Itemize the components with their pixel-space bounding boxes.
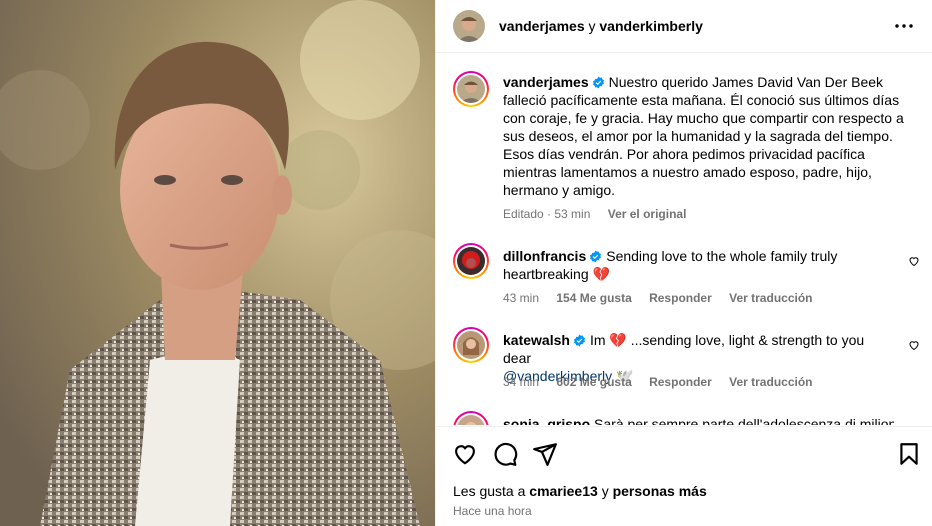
avatar[interactable]: [453, 10, 485, 42]
comment-icon[interactable]: [492, 441, 518, 467]
likes-others[interactable]: personas más: [613, 483, 707, 499]
comment-meta: 34 min 602 Me gusta Responder Ver traduc…: [503, 375, 827, 389]
collaborator-username[interactable]: vanderkimberly: [599, 18, 703, 34]
comment-username[interactable]: katewalsh: [503, 332, 570, 348]
verified-badge-icon: [592, 76, 604, 89]
comment-item: katewalsh Im 💔 ...sending love, light & s…: [453, 327, 920, 389]
comment-likes[interactable]: 154 Me gusta: [556, 291, 631, 305]
avatar[interactable]: [453, 71, 489, 107]
comment-text: dillonfrancis Sending love to the whole f…: [503, 247, 894, 283]
caption-text: vanderjames Nuestro querido James David V…: [503, 73, 920, 199]
comment-body: Sarà per sempre parte dell'adolescenza d…: [594, 416, 894, 425]
likes-prefix: Les gusta a: [453, 483, 526, 499]
likes-user[interactable]: cmariee13: [529, 483, 598, 499]
bookmark-icon[interactable]: [896, 441, 922, 467]
share-icon[interactable]: [532, 441, 558, 467]
translate-link[interactable]: Ver traducción: [729, 375, 812, 389]
post-actions: Les gusta a cmariee13 y personas más Hac…: [436, 426, 932, 526]
avatar[interactable]: [453, 327, 489, 363]
caption-username[interactable]: vanderjames: [503, 74, 589, 90]
reply-button[interactable]: Responder: [649, 375, 712, 389]
comment-time: 34 min: [503, 375, 540, 389]
more-options-icon[interactable]: [892, 14, 916, 38]
comment-item: dillonfrancis Sending love to the whole f…: [453, 243, 920, 305]
likes-summary: Les gusta a cmariee13 y personas más: [453, 483, 707, 499]
comment-time: 43 min: [503, 291, 540, 305]
comment-like-icon[interactable]: [908, 255, 920, 267]
avatar[interactable]: [453, 243, 489, 279]
translate-link[interactable]: Ver traducción: [729, 291, 812, 305]
verified-badge-icon: [590, 250, 602, 263]
comment-username[interactable]: sonja_grispo: [503, 416, 590, 425]
comment-item: sonja_grispo Sarà per sempre parte dell'…: [453, 411, 920, 425]
post-header: vanderjames y vanderkimberly: [436, 0, 932, 53]
reply-button[interactable]: Responder: [649, 291, 712, 305]
comment-likes[interactable]: 602 Me gusta: [556, 375, 631, 389]
comment-text: sonja_grispo Sarà per sempre parte dell'…: [503, 415, 894, 425]
heart-icon[interactable]: [452, 441, 478, 467]
post-authors: vanderjames y vanderkimberly: [499, 18, 703, 34]
author-username[interactable]: vanderjames: [499, 18, 585, 34]
author-connector: y: [588, 18, 596, 34]
comments-scroll[interactable]: vanderjames Nuestro querido James David V…: [436, 53, 932, 425]
caption-edited: Editado · 53 min: [503, 207, 591, 221]
likes-connector: y: [601, 483, 609, 499]
post-time[interactable]: Hace una hora: [453, 504, 532, 518]
post-photo[interactable]: [0, 0, 435, 526]
caption-body: Nuestro querido James David Van Der Beek…: [503, 74, 904, 198]
comment-like-icon[interactable]: [908, 339, 920, 351]
caption: vanderjames Nuestro querido James David V…: [453, 71, 920, 221]
post-panel: vanderjames y vanderkimberly vanderjames…: [435, 0, 932, 526]
avatar[interactable]: [453, 411, 489, 425]
see-original-link[interactable]: Ver el original: [608, 207, 687, 221]
verified-badge-icon: [573, 334, 585, 347]
caption-meta: Editado · 53 min Ver el original: [503, 207, 700, 221]
comment-meta: 43 min 154 Me gusta Responder Ver traduc…: [503, 291, 827, 305]
portrait-image: [0, 0, 435, 526]
comment-username[interactable]: dillonfrancis: [503, 248, 586, 264]
